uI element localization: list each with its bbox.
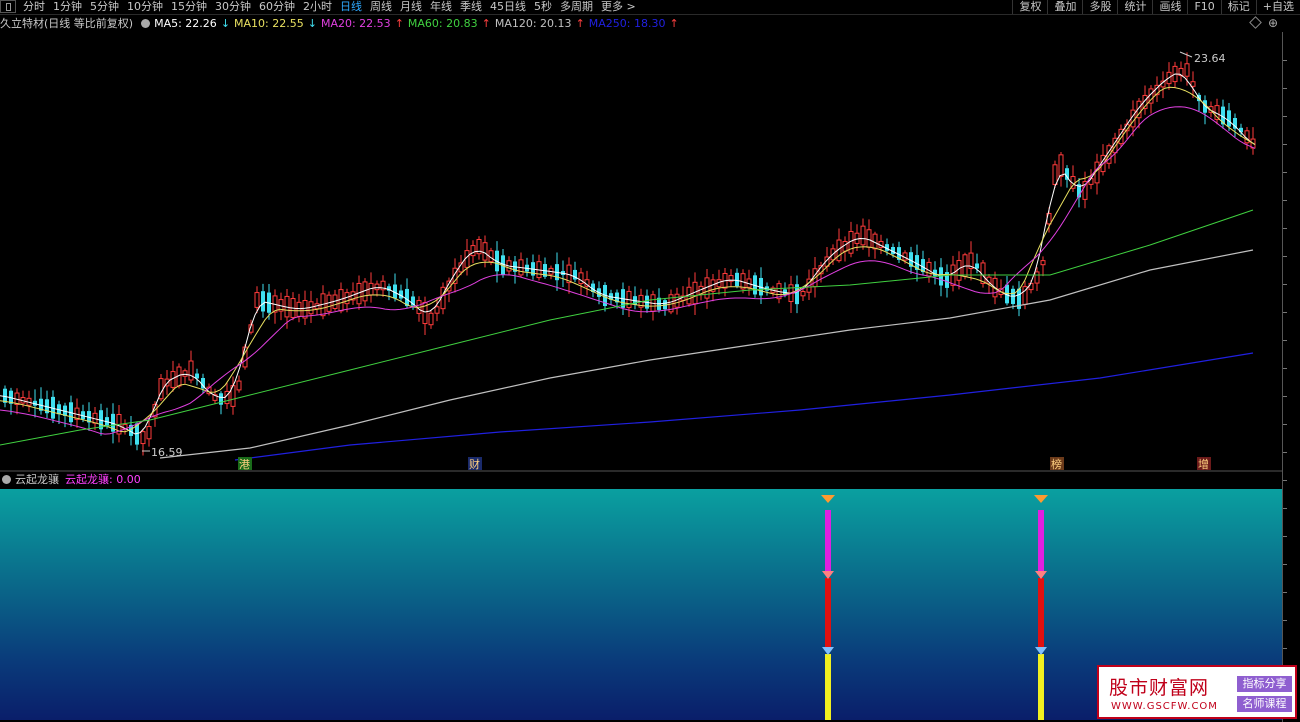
- signal-column-0: [821, 495, 835, 720]
- axis-tick: [1283, 452, 1287, 453]
- axis-tick: [1283, 228, 1287, 229]
- axis-tick: [1283, 256, 1287, 257]
- axis-tick: [1283, 396, 1287, 397]
- axis-tick: [1283, 368, 1287, 369]
- axis-tick: [1283, 284, 1287, 285]
- watermark-tag1: 指标分享: [1237, 676, 1292, 692]
- axis-tick: [1283, 648, 1287, 649]
- signal-bar-magenta: [825, 510, 831, 572]
- signal-bar-red: [1038, 578, 1044, 648]
- signal-top-icon: [821, 495, 835, 503]
- signal-low-icon: [1035, 647, 1047, 655]
- signal-bars: [821, 495, 1048, 720]
- axis-tick: [1283, 88, 1287, 89]
- signal-column-1: [1034, 495, 1048, 720]
- signal-mid-icon: [822, 571, 834, 579]
- axis-tick: [1283, 144, 1287, 145]
- signal-bar-yellow: [1038, 654, 1044, 720]
- axis-tick: [1283, 200, 1287, 201]
- axis-tick: [1283, 60, 1287, 61]
- axis-tick: [1283, 620, 1287, 621]
- axis-tick: [1283, 480, 1287, 481]
- price-axis: [1282, 32, 1300, 722]
- watermark-logo: 股市财富网 WWW.GSCFW.COM 指标分享 名师课程: [1097, 665, 1297, 719]
- axis-tick: [1283, 340, 1287, 341]
- signal-mid-icon: [1035, 571, 1047, 579]
- signal-bar-red: [825, 578, 831, 648]
- axis-tick: [1283, 116, 1287, 117]
- axis-tick: [1283, 172, 1287, 173]
- axis-tick: [1283, 424, 1287, 425]
- signal-low-icon: [822, 647, 834, 655]
- watermark-url: WWW.GSCFW.COM: [1111, 701, 1218, 712]
- signal-top-icon: [1034, 495, 1048, 503]
- axis-tick: [1283, 312, 1287, 313]
- watermark-title: 股市财富网: [1109, 677, 1210, 699]
- axis-tick: [1283, 592, 1287, 593]
- watermark-tag2: 名师课程: [1237, 696, 1292, 712]
- signal-bar-yellow: [825, 654, 831, 720]
- axis-tick: [1283, 564, 1287, 565]
- axis-tick: [1283, 536, 1287, 537]
- axis-tick: [1283, 508, 1287, 509]
- signal-bar-magenta: [1038, 510, 1044, 572]
